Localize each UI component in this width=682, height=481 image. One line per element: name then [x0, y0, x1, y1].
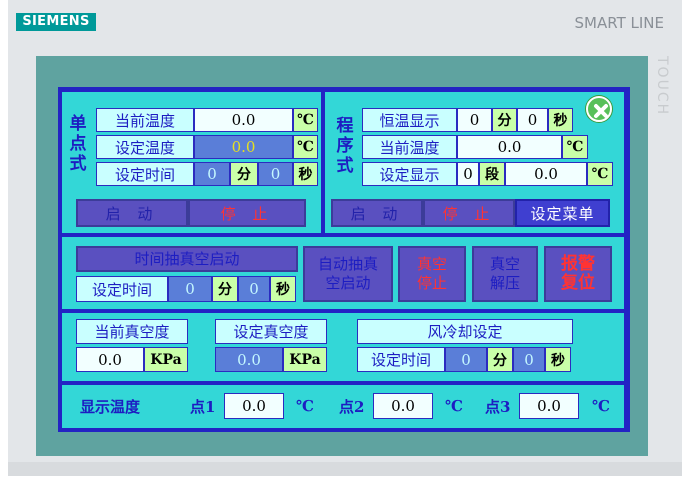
point1-label: 点1 [190, 397, 216, 416]
single-set-time-label: 设定时间 [96, 162, 194, 186]
program-current-temp-unit: ℃ [562, 135, 588, 159]
single-sec-unit: 秒 [293, 162, 318, 186]
single-current-temp-label: 当前温度 [96, 108, 194, 132]
set-vacuum-unit: KPa [283, 347, 327, 372]
point3-value: 0.0 [519, 393, 579, 419]
program-segment-unit: 段 [479, 162, 505, 186]
auto-vacuum-start-line1: 自动抽真 [317, 255, 378, 273]
cooling-setting-label: 风冷却设定 [357, 319, 573, 344]
vacuum-stop-line2: 停止 [416, 274, 447, 292]
single-set-time-min-input[interactable]: 0 [194, 162, 230, 186]
single-min-unit: 分 [230, 162, 258, 186]
current-vacuum-unit: KPa [144, 347, 188, 372]
single-current-temp-unit: ℃ [293, 108, 318, 132]
single-set-time-sec-input[interactable]: 0 [258, 162, 293, 186]
program-hold-label: 恒温显示 [362, 108, 457, 132]
point1-unit: ℃ [296, 397, 314, 415]
timed-vacuum-start-button[interactable]: 时间抽真空启动 [76, 246, 298, 272]
program-set-temp-value: 0.0 [505, 162, 587, 186]
display-temp-label: 显示温度 [80, 397, 141, 416]
vacuum-release-button[interactable]: 真空 解压 [472, 246, 538, 302]
program-hold-min-value: 0 [457, 108, 492, 132]
vacuum-stop-button[interactable]: 真空 停止 [398, 246, 466, 302]
single-mode-title: 单点式 [69, 114, 87, 174]
set-vacuum-input[interactable]: 0.0 [215, 347, 283, 372]
smart-line-label: SMART LINE [574, 14, 664, 32]
single-set-temp-label: 设定温度 [96, 135, 194, 159]
vacuum-set-time-sec-input[interactable]: 0 [238, 276, 270, 302]
cooling-min-unit: 分 [487, 347, 513, 372]
cooling-sec-input[interactable]: 0 [513, 347, 545, 372]
point2-unit: ℃ [445, 397, 463, 415]
program-current-temp-value: 0.0 [457, 135, 562, 159]
program-set-display-label: 设定显示 [362, 162, 457, 186]
siemens-logo: SIEMENS [16, 13, 96, 31]
cooling-time-label: 设定时间 [357, 347, 445, 372]
point3-unit: ℃ [592, 397, 610, 415]
single-start-button[interactable]: 启 动 [76, 199, 188, 227]
alarm-reset-line2: 复位 [561, 273, 595, 293]
point3-label: 点3 [485, 397, 511, 416]
point2-value: 0.0 [373, 393, 433, 419]
vacuum-sec-unit: 秒 [270, 276, 296, 302]
vacuum-release-line1: 真空 [489, 255, 520, 273]
alarm-reset-line1: 报警 [561, 254, 595, 274]
single-set-temp-input[interactable]: 0.0 [194, 135, 293, 159]
vacuum-release-line2: 解压 [489, 274, 520, 292]
program-start-button[interactable]: 启 动 [331, 199, 423, 227]
single-set-temp-unit: ℃ [293, 135, 318, 159]
point2-label: 点2 [339, 397, 365, 416]
program-stop-button[interactable]: 停 止 [423, 199, 515, 227]
auto-vacuum-start-button[interactable]: 自动抽真 空启动 [303, 246, 393, 302]
current-vacuum-label: 当前真空度 [76, 319, 188, 344]
point1-value: 0.0 [224, 393, 284, 419]
program-sec-unit: 秒 [548, 108, 573, 132]
program-menu-button[interactable]: 设定菜单 [515, 199, 610, 227]
auto-vacuum-start-line2: 空启动 [325, 274, 371, 292]
program-segment-value: 0 [457, 162, 479, 186]
device-bezel-bottom [8, 462, 682, 476]
vacuum-stop-line1: 真空 [416, 255, 447, 273]
alarm-reset-button[interactable]: 报警 复位 [544, 246, 612, 302]
program-hold-sec-value: 0 [517, 108, 548, 132]
cooling-sec-unit: 秒 [545, 347, 571, 372]
vacuum-set-time-min-input[interactable]: 0 [168, 276, 212, 302]
single-current-temp-value: 0.0 [194, 108, 293, 132]
touch-label: TOUCH [654, 56, 670, 117]
cooling-min-input[interactable]: 0 [445, 347, 487, 372]
program-min-unit: 分 [492, 108, 517, 132]
set-vacuum-label: 设定真空度 [215, 319, 327, 344]
program-set-temp-unit: ℃ [587, 162, 613, 186]
single-stop-button[interactable]: 停 止 [188, 199, 306, 227]
vacuum-set-time-label: 设定时间 [76, 276, 168, 302]
close-icon[interactable] [586, 96, 612, 122]
program-mode-title: 程序式 [336, 116, 354, 176]
current-vacuum-value: 0.0 [76, 347, 144, 372]
program-current-temp-label: 当前温度 [362, 135, 457, 159]
vacuum-min-unit: 分 [212, 276, 238, 302]
